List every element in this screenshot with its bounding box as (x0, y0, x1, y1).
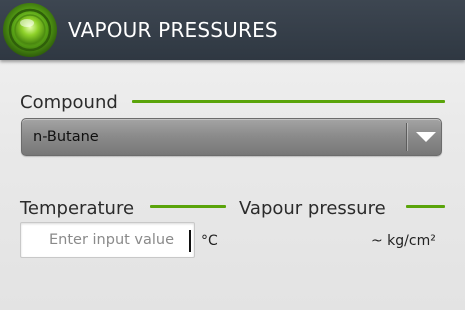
app-title: VAPOUR PRESSURES (68, 18, 278, 42)
vapour-pressure-result: ~ kg/cm² (371, 233, 436, 249)
vapour-pressure-label: Vapour pressure (239, 198, 386, 219)
temperature-input[interactable]: Enter input value (20, 222, 195, 258)
spinner-divider (406, 123, 407, 151)
chevron-down-icon (416, 132, 436, 142)
vapour-pressure-divider (406, 205, 445, 208)
temperature-unit: °C (201, 233, 218, 249)
compound-divider (132, 100, 445, 103)
temperature-divider (150, 205, 226, 208)
compound-label: Compound (20, 92, 118, 113)
compound-spinner[interactable]: n-Butane (21, 118, 442, 156)
title-bar: VAPOUR PRESSURES (0, 0, 465, 60)
compound-selected-value: n-Butane (33, 129, 99, 145)
text-caret (189, 230, 191, 252)
temperature-label: Temperature (20, 198, 135, 219)
green-orb-icon (3, 3, 57, 57)
